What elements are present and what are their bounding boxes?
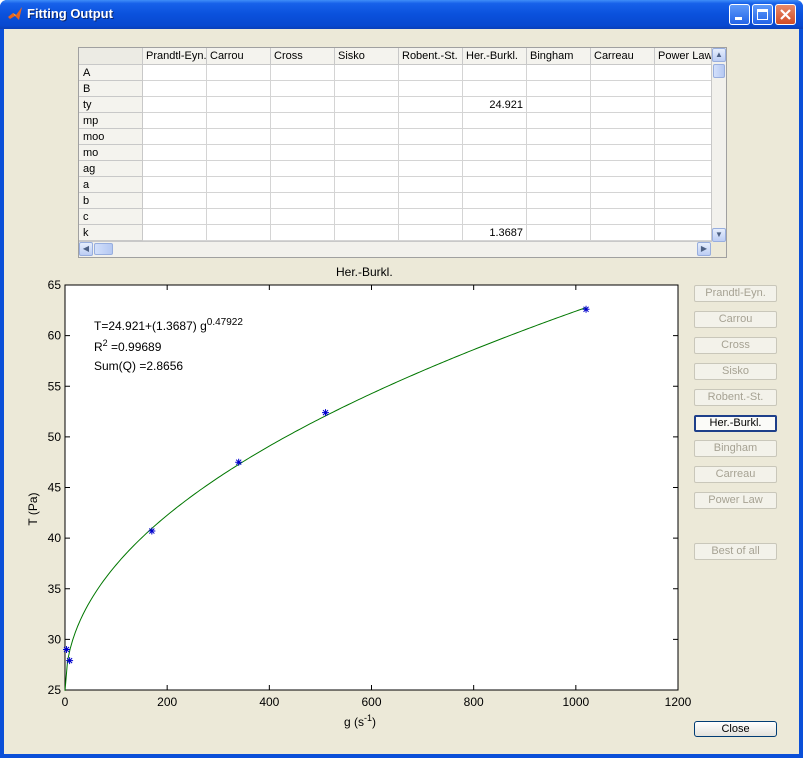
title-bar[interactable]: Fitting Output (0, 0, 803, 29)
y-tick-label: 55 (48, 379, 62, 393)
minimize-icon (735, 17, 742, 20)
x-tick-label: 1000 (562, 695, 589, 709)
model-button-cross[interactable]: Cross (694, 336, 777, 354)
x-tick-label: 800 (464, 695, 484, 709)
model-button-carreau[interactable]: Carreau (694, 466, 777, 484)
scroll-down-button[interactable]: ▼ (712, 228, 726, 242)
model-button-power-law[interactable]: Power Law (694, 492, 777, 510)
model-button-her-burkl[interactable]: Her.-Burkl. (694, 414, 777, 432)
fit-chart: 0 200 400 600 800 1000 1200253035404550556065 … (26, 278, 692, 729)
model-button-prandtl-eyn[interactable]: Prandtl-Eyn. (694, 285, 777, 302)
y-tick-label: 45 (48, 481, 62, 495)
y-tick-label: 25 (48, 683, 62, 697)
data-point (582, 305, 590, 313)
data-point (66, 657, 74, 665)
vertical-scrollbar[interactable]: ▲ ▼ (711, 48, 726, 242)
x-tick-label: 400 (259, 695, 279, 709)
x-tick-label: 600 (361, 695, 381, 709)
model-button-carrou[interactable]: Carrou (694, 310, 777, 328)
data-point (235, 458, 243, 466)
best-of-all-button[interactable]: Best of all (694, 543, 777, 560)
sum-q-annotation: Sum(Q) =2.8656 (94, 359, 183, 373)
close-icon (780, 9, 791, 20)
y-tick-label: 35 (48, 582, 62, 596)
x-tick-label: 0 (62, 695, 69, 709)
scroll-right-button[interactable]: ▶ (697, 242, 711, 256)
scroll-up-button[interactable]: ▲ (712, 48, 726, 62)
y-tick-label: 30 (48, 632, 62, 646)
y-tick-label: 50 (48, 430, 62, 444)
y-tick-label: 65 (48, 278, 62, 292)
x-tick-label: 1200 (665, 695, 692, 709)
y-tick-label: 60 (48, 329, 62, 343)
matlab-logo-icon (8, 7, 22, 20)
y-axis-label: T (Pa) (26, 492, 40, 525)
scrollbar-corner (711, 242, 726, 257)
data-point (322, 409, 330, 417)
window-title: Fitting Output (27, 6, 113, 21)
vertical-scroll-thumb[interactable] (713, 64, 725, 78)
maximize-button[interactable] (752, 4, 773, 25)
data-point (63, 646, 71, 653)
model-button-robent-st[interactable]: Robent.-St. (694, 388, 777, 406)
fitting-output-window: Fitting Output Prandtl-Eyn. Carrou Cross Si… (0, 0, 803, 758)
client-area: Prandtl-Eyn. Carrou Cross Sisko Robent.-St. H… (4, 29, 799, 754)
x-tick-label: 200 (157, 695, 177, 709)
minimize-button[interactable] (729, 4, 750, 25)
data-point (148, 527, 156, 535)
close-button[interactable]: Close (694, 721, 777, 737)
model-button-bingham[interactable]: Bingham (694, 440, 777, 458)
maximize-icon (757, 9, 768, 20)
x-axis-label: g (s-1) (344, 713, 376, 729)
y-tick-label: 40 (48, 531, 62, 545)
model-button-sisko[interactable]: Sisko (694, 362, 777, 380)
close-window-button[interactable] (775, 4, 796, 25)
